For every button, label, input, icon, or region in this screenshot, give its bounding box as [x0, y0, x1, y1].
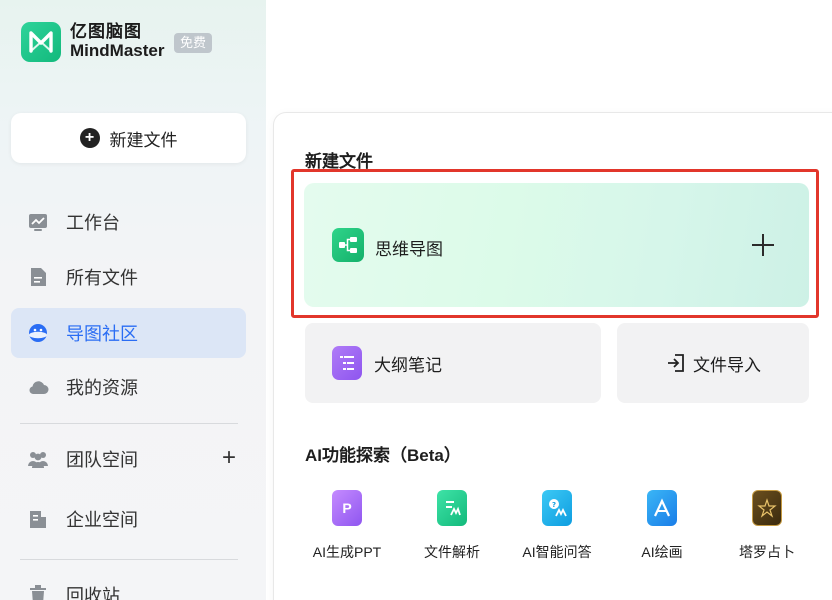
file-icon: [27, 266, 49, 288]
svg-text:?: ?: [552, 501, 556, 509]
new-file-button[interactable]: + 新建文件: [11, 113, 246, 163]
paint-icon: [647, 490, 677, 526]
import-icon: [665, 352, 687, 374]
sidebar-item-label: 回收站: [66, 586, 120, 600]
sidebar-item-label: 导图社区: [66, 324, 138, 344]
sidebar-item-label: 企业空间: [66, 510, 138, 530]
ai-tool-ppt[interactable]: P AI生成PPT: [302, 490, 392, 562]
ai-tool-label: AI生成PPT: [312, 544, 382, 560]
ai-tool-qa[interactable]: ? AI智能问答: [512, 490, 602, 562]
ai-tool-label: 塔罗占卜: [739, 544, 795, 560]
sidebar-item-my-resources[interactable]: 我的资源: [11, 362, 246, 412]
ai-tool-label: AI智能问答: [522, 544, 592, 560]
ai-tool-file-parse[interactable]: 文件解析: [407, 490, 497, 562]
import-file-card[interactable]: 文件导入: [617, 323, 809, 403]
sidebar-item-label: 所有文件: [66, 268, 138, 288]
brand-name: 亿图脑图 MindMaster: [70, 23, 164, 60]
cloud-icon: [27, 376, 49, 398]
free-badge: 免费: [174, 33, 213, 53]
brand-name-cn: 亿图脑图: [70, 22, 142, 42]
ai-tool-label: AI绘画: [641, 544, 683, 560]
mindmaster-logo-icon: [21, 22, 61, 62]
enterprise-icon: [27, 508, 49, 530]
ai-tool-tarot[interactable]: 塔罗占卜: [722, 490, 812, 562]
trash-icon: [27, 584, 49, 600]
qa-icon: ?: [542, 490, 572, 526]
ai-tool-paint[interactable]: AI绘画: [617, 490, 707, 562]
new-file-button-label: 新建文件: [109, 130, 178, 150]
add-team-space-button[interactable]: +: [222, 446, 236, 470]
sidebar-item-all-files[interactable]: 所有文件: [11, 252, 246, 302]
outline-notes-icon: [332, 346, 362, 380]
sidebar: 亿图脑图 MindMaster 免费 + 新建文件 工作台 所有文件 导图社区 …: [0, 0, 266, 600]
sidebar-divider: [20, 559, 238, 560]
highlight-frame: [291, 169, 819, 318]
brand-name-en: MindMaster: [70, 41, 165, 60]
brand[interactable]: 亿图脑图 MindMaster: [21, 22, 164, 62]
outline-notes-label: 大纲笔记: [374, 355, 442, 375]
outline-notes-card[interactable]: 大纲笔记: [305, 323, 601, 403]
team-icon: [27, 448, 49, 470]
sidebar-item-label: 工作台: [66, 213, 120, 233]
sidebar-divider: [20, 423, 238, 424]
sidebar-item-label: 我的资源: [66, 378, 138, 398]
ai-section-title: AI功能探索（Beta）: [305, 446, 461, 465]
tarot-icon: [752, 490, 782, 526]
sidebar-item-team-space[interactable]: 团队空间 +: [11, 434, 246, 484]
sidebar-item-label: 团队空间: [66, 450, 138, 470]
ai-tool-label: 文件解析: [424, 544, 480, 560]
community-icon: [27, 322, 49, 344]
sidebar-item-enterprise-space[interactable]: 企业空间: [11, 494, 246, 544]
sidebar-item-workbench[interactable]: 工作台: [11, 197, 246, 247]
workbench-icon: [27, 211, 49, 233]
file-parse-icon: [437, 490, 467, 526]
import-file-label: 文件导入: [693, 355, 761, 375]
ppt-icon: P: [332, 490, 362, 526]
sidebar-item-community[interactable]: 导图社区: [11, 308, 246, 358]
sidebar-item-recycle-bin[interactable]: 回收站: [11, 570, 246, 600]
plus-circle-icon: +: [79, 128, 100, 148]
